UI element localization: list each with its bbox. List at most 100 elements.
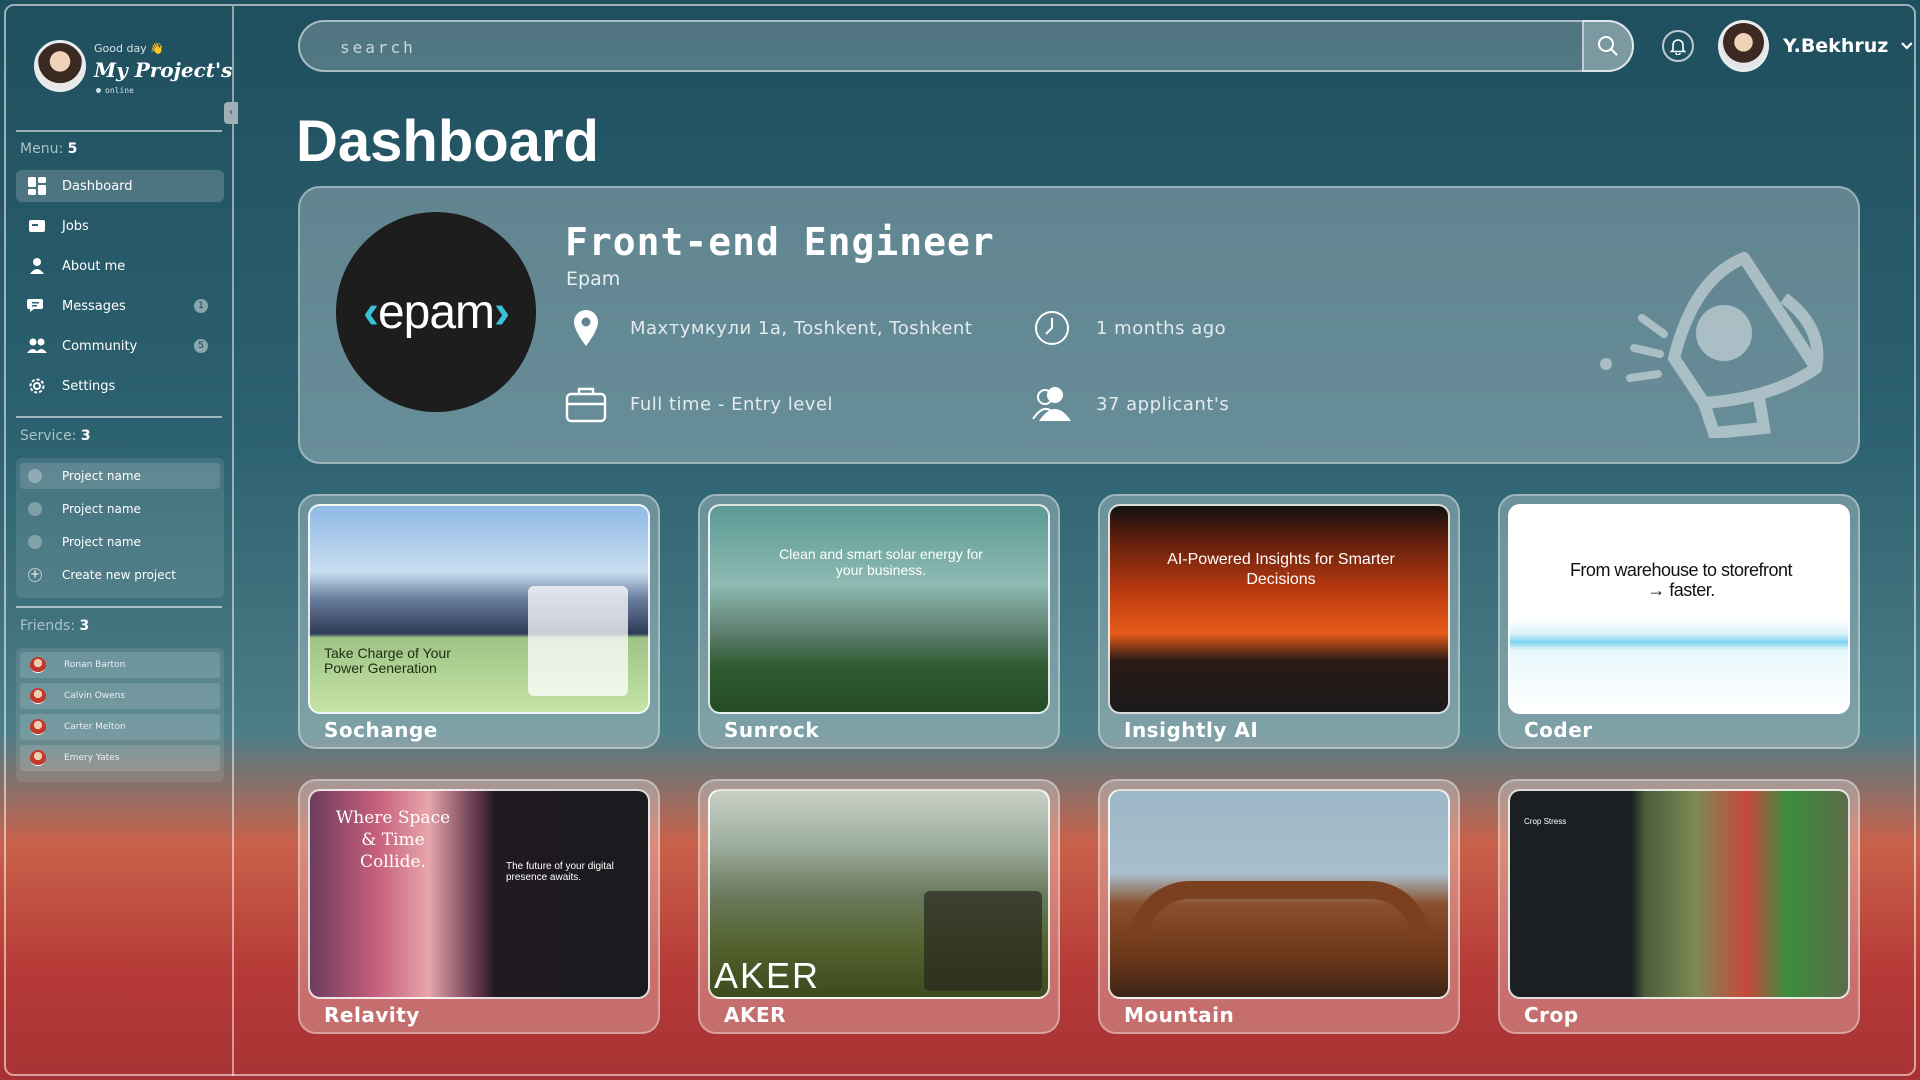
project-thumbnail: AI-Powered Insights for Smarter Decision… <box>1108 504 1450 714</box>
divider <box>16 416 222 418</box>
thumbnail-headline: Crop Stress <box>1524 817 1567 826</box>
friends-section-label: Friends: 3 <box>20 618 90 634</box>
sidebar-item-about[interactable]: About me <box>16 250 224 282</box>
friends-panel: Ronan Barton Calvin Owens Carter Melton … <box>16 648 224 782</box>
friend-name: Ronan Barton <box>64 660 126 670</box>
service-item-label: Project name <box>62 469 141 483</box>
service-item[interactable]: Project name <box>20 529 220 555</box>
logo-text: epam <box>377 285 495 339</box>
project-thumbnail: Crop Stress <box>1508 789 1850 999</box>
sidebar-item-label: About me <box>62 258 126 274</box>
sidebar-item-label: Jobs <box>62 218 89 234</box>
project-card-coder[interactable]: From warehouse to storefront → faster. C… <box>1498 494 1860 749</box>
avatar <box>30 657 46 673</box>
project-card-insightly[interactable]: AI-Powered Insights for Smarter Decision… <box>1098 494 1460 749</box>
search-icon <box>1598 36 1618 56</box>
thumbnail-headline: AKER <box>714 955 821 996</box>
project-name: Mountain <box>1124 1003 1235 1027</box>
project-card-sunrock[interactable]: Clean and smart solar energy for your bu… <box>698 494 1060 749</box>
thumbnail-form <box>528 586 628 696</box>
service-item[interactable]: Project name <box>20 463 220 489</box>
project-card-aker[interactable]: AKER AKER <box>698 779 1060 1034</box>
service-item-label: Project name <box>62 535 141 549</box>
create-project-label: Create new project <box>62 568 176 582</box>
company-name: Epam <box>566 268 621 290</box>
profile-block[interactable]: Good day 👋 My Project's online <box>30 36 240 106</box>
thumbnail-headline: Where Space & Time Collide. <box>335 808 451 872</box>
project-card-sochange[interactable]: Take Charge of Your Power Generation Soc… <box>298 494 660 749</box>
project-name: Sunrock <box>724 718 820 742</box>
project-dot-icon <box>28 469 42 483</box>
project-name: Crop <box>1524 1003 1579 1027</box>
location-text: Махтумкули 1а, Toshkent, Toshkent <box>630 317 973 339</box>
collapse-sidebar-button[interactable]: ‹ <box>224 102 238 124</box>
job-type: Full time - Entry level <box>564 382 833 426</box>
community-icon <box>26 335 48 357</box>
friend-item[interactable]: Emery Yates <box>20 745 220 771</box>
project-thumbnail: AKER <box>708 789 1050 999</box>
project-thumbnail: Clean and smart solar energy for your bu… <box>708 504 1050 714</box>
project-card-relavity[interactable]: Where Space & Time Collide. The future o… <box>298 779 660 1034</box>
create-project-button[interactable]: + Create new project <box>20 562 220 588</box>
sidebar-item-label: Settings <box>62 378 116 394</box>
friend-item[interactable]: Carter Melton <box>20 714 220 740</box>
sidebar-item-jobs[interactable]: Jobs <box>16 210 224 242</box>
username: Y.Bekhruz <box>1782 35 1889 57</box>
service-section-label: Service: 3 <box>20 428 91 444</box>
chevron-down-icon <box>1901 42 1913 50</box>
user-menu[interactable]: Y.Bekhruz <box>1718 20 1914 72</box>
status-badge: online <box>96 86 134 95</box>
project-dot-icon <box>28 535 42 549</box>
service-panel: Project name Project name Project name +… <box>16 458 224 598</box>
messages-icon <box>26 295 48 317</box>
project-name: Sochange <box>324 718 438 742</box>
thumbnail-headline: Take Charge of Your Power Generation <box>324 645 451 676</box>
search-input[interactable] <box>340 34 1540 60</box>
thumbnail-subheadline: The future of your digital presence awai… <box>506 861 614 883</box>
job-applicants: 37 applicant's <box>1030 382 1229 426</box>
sidebar-item-dashboard[interactable]: Dashboard <box>16 170 224 202</box>
sidebar-item-community[interactable]: Community 5 <box>16 330 224 362</box>
project-thumbnail: Take Charge of Your Power Generation <box>308 504 650 714</box>
community-count-badge: 5 <box>194 339 208 353</box>
service-item-label: Project name <box>62 502 141 516</box>
menu-section-label: Menu: 5 <box>20 141 78 157</box>
project-dot-icon <box>28 502 42 516</box>
page-title: Dashboard <box>296 109 599 174</box>
sidebar-item-settings[interactable]: Settings <box>16 370 224 402</box>
thumbnail-headline: Clean and smart solar energy for your bu… <box>779 546 983 578</box>
sidebar-item-label: Community <box>62 338 138 354</box>
project-name: Insightly AI <box>1124 718 1259 742</box>
friend-item[interactable]: Calvin Owens <box>20 683 220 709</box>
megaphone-icon <box>1600 252 1824 438</box>
greeting-text: Good day 👋 <box>94 42 164 55</box>
friend-name: Carter Melton <box>64 722 126 732</box>
avatar <box>1718 20 1769 72</box>
friend-name: Emery Yates <box>64 753 120 763</box>
sidebar-item-messages[interactable]: Messages 1 <box>16 290 224 322</box>
avatar[interactable] <box>34 40 86 92</box>
project-thumbnail <box>1108 789 1450 999</box>
project-name: Relavity <box>324 1003 420 1027</box>
project-card-mountain[interactable]: Mountain <box>1098 779 1460 1034</box>
job-posted: 1 months ago <box>1030 306 1226 350</box>
project-thumbnail: From warehouse to storefront → faster. <box>1508 504 1850 714</box>
divider <box>16 130 222 132</box>
project-name: Coder <box>1524 718 1593 742</box>
search-button[interactable] <box>1582 20 1634 72</box>
notifications-button[interactable] <box>1662 30 1694 62</box>
job-location: Махтумкули 1а, Toshkent, Toshkent <box>564 306 972 350</box>
sidebar-title: My Project's <box>94 58 233 82</box>
service-item[interactable]: Project name <box>20 496 220 522</box>
project-name: AKER <box>724 1003 787 1027</box>
sidebar-item-label: Dashboard <box>62 178 133 194</box>
plus-circle-icon: + <box>28 567 42 582</box>
job-card[interactable]: ‹ epam › Front-end Engineer Epam Махтумкул… <box>298 186 1860 464</box>
project-card-crop[interactable]: Crop Stress Crop <box>1498 779 1860 1034</box>
thumbnail-headline: From warehouse to storefront → faster. <box>1569 560 1793 600</box>
project-thumbnail: Where Space & Time Collide. The future o… <box>308 789 650 999</box>
gear-icon <box>26 375 48 397</box>
thumbnail-arch <box>1130 881 1430 941</box>
job-title: Front-end Engineer <box>565 220 995 264</box>
friend-item[interactable]: Ronan Barton <box>20 652 220 678</box>
